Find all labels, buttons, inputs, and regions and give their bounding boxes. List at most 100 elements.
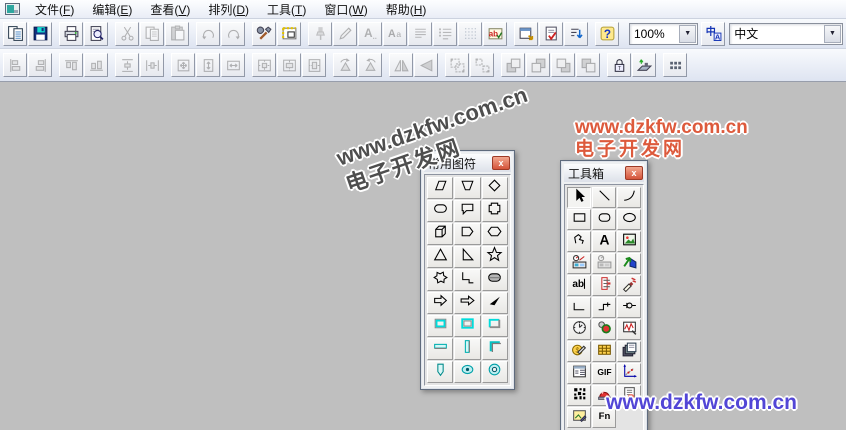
- menu-item-h[interactable]: 帮助(H): [377, 2, 436, 19]
- device-panel-tool[interactable]: [567, 253, 591, 274]
- led-tool[interactable]: [592, 319, 616, 340]
- rounded-rectangle-tool[interactable]: [592, 209, 616, 230]
- star-tool[interactable]: [482, 246, 508, 268]
- print-preview-button[interactable]: [84, 22, 108, 46]
- center-vertical-button[interactable]: [302, 53, 326, 77]
- slider-tool[interactable]: [592, 275, 616, 296]
- space-vertical-button[interactable]: [115, 53, 139, 77]
- line-tool[interactable]: [592, 187, 616, 208]
- menu-item-e[interactable]: 编辑(E): [83, 2, 141, 19]
- rotate-left-button[interactable]: [333, 53, 357, 77]
- burst-tool[interactable]: [427, 269, 453, 291]
- grid-toggle-button[interactable]: [458, 22, 482, 46]
- size-vertical-button[interactable]: [196, 53, 220, 77]
- common-symbols-close-button[interactable]: x: [492, 156, 510, 170]
- bitmap-tool[interactable]: [567, 385, 591, 406]
- zoom-combobox[interactable]: 100% ▼: [629, 23, 698, 45]
- report-tool[interactable]: [617, 385, 641, 406]
- right-triangle-tool[interactable]: [454, 246, 480, 268]
- align-right-button[interactable]: [28, 53, 52, 77]
- check-button[interactable]: [539, 22, 563, 46]
- scope-tool[interactable]: [617, 319, 641, 340]
- elbow-line-tool[interactable]: [454, 269, 480, 291]
- hexagon-tool[interactable]: [482, 223, 508, 245]
- donut-tool[interactable]: [482, 361, 508, 383]
- pointer-dart-tool[interactable]: [482, 292, 508, 314]
- size-horizontal-button[interactable]: [221, 53, 245, 77]
- function-tool[interactable]: Fn: [592, 407, 616, 428]
- flip-vertical-button[interactable]: [414, 53, 438, 77]
- paste-button[interactable]: [165, 22, 189, 46]
- language-combo-arrow-icon[interactable]: ▼: [824, 25, 841, 43]
- axis-chart-tool[interactable]: [617, 363, 641, 384]
- rotate-right-button[interactable]: [358, 53, 382, 77]
- align-top-button[interactable]: [59, 53, 83, 77]
- frame-3d-a-tool[interactable]: [427, 315, 453, 337]
- help-button[interactable]: ?: [595, 22, 619, 46]
- tools-button[interactable]: [252, 22, 276, 46]
- freeform-tool[interactable]: [567, 231, 591, 252]
- center-page-button[interactable]: [252, 53, 276, 77]
- grid-panel-button[interactable]: [663, 53, 687, 77]
- textbox-tool[interactable]: ab: [567, 275, 591, 296]
- redo-button[interactable]: [221, 22, 245, 46]
- form-tool[interactable]: [567, 363, 591, 384]
- alarm-tool[interactable]: [592, 385, 616, 406]
- format-painter-button[interactable]: [308, 22, 332, 46]
- switch-tool[interactable]: [617, 297, 641, 318]
- step-line-tool[interactable]: [592, 297, 616, 318]
- menu-item-w[interactable]: 窗口(W): [315, 2, 376, 19]
- align-left-button[interactable]: [3, 53, 27, 77]
- frame-3d-c-tool[interactable]: [482, 315, 508, 337]
- zoom-combo-arrow-icon[interactable]: ▼: [679, 25, 696, 43]
- device-panel-gray-tool[interactable]: [592, 253, 616, 274]
- block-arrow-tool[interactable]: [454, 292, 480, 314]
- spelling-button[interactable]: ab: [483, 22, 507, 46]
- language-combobox[interactable]: 中文 ▼: [729, 23, 843, 45]
- shield-tool[interactable]: [427, 361, 453, 383]
- draw-picture-tool[interactable]: [567, 407, 591, 428]
- paragraph-button[interactable]: [408, 22, 432, 46]
- triangle-tool[interactable]: [427, 246, 453, 268]
- undo-button[interactable]: [196, 22, 220, 46]
- pointer-tool[interactable]: [567, 187, 591, 208]
- cut-button[interactable]: [115, 22, 139, 46]
- lang-switch-button[interactable]: 中A: [701, 22, 725, 46]
- panel-vertical-tool[interactable]: [454, 338, 480, 360]
- page-frame-button[interactable]: [277, 22, 301, 46]
- flip-horizontal-button[interactable]: [389, 53, 413, 77]
- marker-pen-tool[interactable]: [617, 275, 641, 296]
- panel-corner-tool[interactable]: [482, 338, 508, 360]
- bring-forward-button[interactable]: [551, 53, 575, 77]
- arc-tool[interactable]: [617, 187, 641, 208]
- plaque-tool[interactable]: [482, 200, 508, 222]
- panel-horizontal-tool[interactable]: [427, 338, 453, 360]
- properties-button[interactable]: [514, 22, 538, 46]
- data-table-tool[interactable]: [592, 341, 616, 362]
- diamond-tool[interactable]: [482, 177, 508, 199]
- cube-tool[interactable]: [427, 223, 453, 245]
- cylinder-tool[interactable]: [482, 269, 508, 291]
- gauge-tool[interactable]: [567, 319, 591, 340]
- space-horizontal-button[interactable]: [140, 53, 164, 77]
- flatten-button[interactable]: [632, 53, 656, 77]
- stadium-tool[interactable]: [427, 200, 453, 222]
- group-button[interactable]: [445, 53, 469, 77]
- print-button[interactable]: [59, 22, 83, 46]
- disk-stack-tool[interactable]: [617, 341, 641, 362]
- picture-tool[interactable]: [617, 231, 641, 252]
- size-both-button[interactable]: [171, 53, 195, 77]
- toolbox-titlebar[interactable]: 工具箱 x: [564, 164, 644, 182]
- send-to-back-button[interactable]: [526, 53, 550, 77]
- send-backward-button[interactable]: [576, 53, 600, 77]
- speech-bubble-tool[interactable]: [454, 200, 480, 222]
- ellipse-tool[interactable]: [617, 209, 641, 230]
- rectangle-tool[interactable]: [567, 209, 591, 230]
- font-button[interactable]: Aa: [383, 22, 407, 46]
- bring-to-front-button[interactable]: [501, 53, 525, 77]
- corner-line-tool[interactable]: [567, 297, 591, 318]
- gif-tool[interactable]: GIF: [592, 363, 616, 384]
- ungroup-button[interactable]: [470, 53, 494, 77]
- arrow-outline-tool[interactable]: [427, 292, 453, 314]
- trapezoid-tool[interactable]: [454, 177, 480, 199]
